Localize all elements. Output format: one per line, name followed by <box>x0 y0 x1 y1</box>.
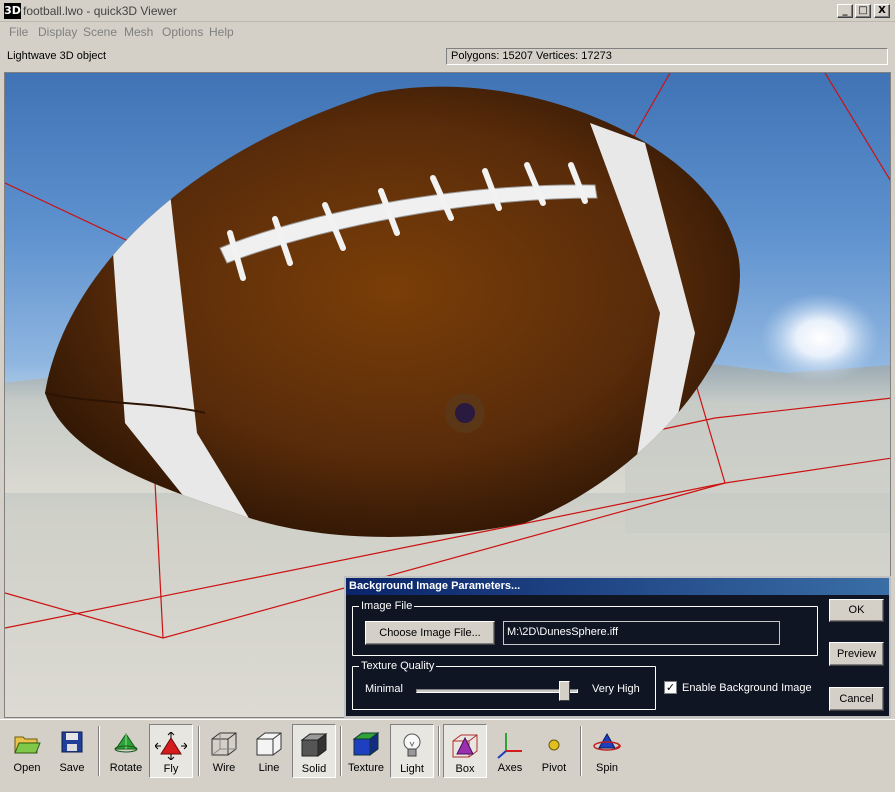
texture-button[interactable]: Texture <box>345 724 387 778</box>
texture-quality-group-label: Texture Quality <box>359 660 437 672</box>
maximize-button[interactable]: □ <box>855 4 871 18</box>
spin-label: Spin <box>595 762 619 774</box>
texture-quality-slider[interactable] <box>416 689 578 693</box>
window-title: football.lwo - quick3D Viewer <box>23 4 177 18</box>
title-bar[interactable]: 3D football.lwo - quick3D Viewer _ □ X <box>0 0 895 22</box>
wire-label: Wire <box>212 762 236 774</box>
menu-bar: File Display Scene Mesh Options Help <box>0 22 895 42</box>
minimize-button[interactable]: _ <box>837 4 853 18</box>
menu-options[interactable]: Options <box>162 25 203 39</box>
minimal-label: Minimal <box>365 683 403 695</box>
axes-button[interactable]: Axes <box>489 724 531 778</box>
toolbar-separator <box>580 726 582 776</box>
box-label: Box <box>455 763 475 775</box>
open-button[interactable]: Open <box>6 724 48 778</box>
toolbar-separator <box>98 726 100 776</box>
spin-icon <box>593 732 622 751</box>
rotate-icon <box>114 733 138 753</box>
fly-icon <box>155 732 187 760</box>
pivot-button[interactable]: Pivot <box>533 724 575 778</box>
open-folder-icon <box>14 736 41 754</box>
preview-button[interactable]: Preview <box>829 642 884 666</box>
fly-label: Fly <box>163 763 179 775</box>
wireframe-cube-icon <box>211 732 237 756</box>
close-button[interactable]: X <box>874 4 890 18</box>
texture-quality-slider-thumb[interactable] <box>559 681 571 701</box>
mesh-stats: Polygons: 15207 Vertices: 17273 <box>446 48 888 65</box>
menu-help[interactable]: Help <box>209 25 234 39</box>
dialog-title[interactable]: Background Image Parameters... <box>346 578 889 595</box>
save-label: Save <box>59 762 85 774</box>
solid-cube-icon <box>300 733 328 757</box>
ok-button[interactable]: OK <box>829 599 884 622</box>
spin-button[interactable]: Spin <box>586 724 628 778</box>
line-cube-icon <box>256 732 282 756</box>
solid-button[interactable]: Solid <box>292 724 336 778</box>
menu-file[interactable]: File <box>9 25 28 39</box>
very-high-label: Very High <box>592 683 640 695</box>
light-bulb-icon <box>403 733 421 757</box>
texture-cube-icon <box>352 732 380 756</box>
image-file-group-label: Image File <box>359 600 415 612</box>
image-file-path-field[interactable]: M:\2D\DunesSphere.iff <box>503 621 780 645</box>
texture-label: Texture <box>347 762 385 774</box>
line-button[interactable]: Line <box>248 724 290 778</box>
bounding-box-icon <box>452 734 478 758</box>
save-button[interactable]: Save <box>52 724 92 778</box>
solid-label: Solid <box>301 763 327 775</box>
floppy-disk-icon <box>61 731 83 753</box>
light-label: Light <box>400 763 424 775</box>
line-label: Line <box>258 762 280 774</box>
box-button[interactable]: Box <box>443 724 487 778</box>
menu-display[interactable]: Display <box>38 25 77 39</box>
rotate-label: Rotate <box>109 762 143 774</box>
enable-background-label[interactable]: Enable Background Image <box>682 682 812 694</box>
light-button[interactable]: Light <box>390 724 434 778</box>
wire-button[interactable]: Wire <box>203 724 245 778</box>
toolbar-separator <box>340 726 342 776</box>
axes-label: Axes <box>497 762 523 774</box>
fly-button[interactable]: Fly <box>149 724 193 778</box>
status-bar: Lightwave 3D object Polygons: 15207 Vert… <box>0 44 895 70</box>
open-label: Open <box>13 762 41 774</box>
rotate-button[interactable]: Rotate <box>104 724 148 778</box>
pivot-label: Pivot <box>541 762 567 774</box>
toolbar: Open Save Rotate Fly Wire Line Solid Tex… <box>0 719 895 792</box>
axes-icon <box>497 733 522 759</box>
pivot-icon <box>548 739 560 751</box>
cancel-button[interactable]: Cancel <box>829 687 884 711</box>
app-icon[interactable]: 3D <box>4 3 21 19</box>
menu-scene[interactable]: Scene <box>83 25 117 39</box>
enable-background-checkbox[interactable]: ✓ <box>664 681 677 694</box>
toolbar-separator <box>198 726 200 776</box>
choose-image-file-button[interactable]: Choose Image File... <box>365 621 495 645</box>
menu-mesh[interactable]: Mesh <box>124 25 153 39</box>
toolbar-separator <box>438 726 440 776</box>
object-type-label: Lightwave 3D object <box>7 50 107 62</box>
